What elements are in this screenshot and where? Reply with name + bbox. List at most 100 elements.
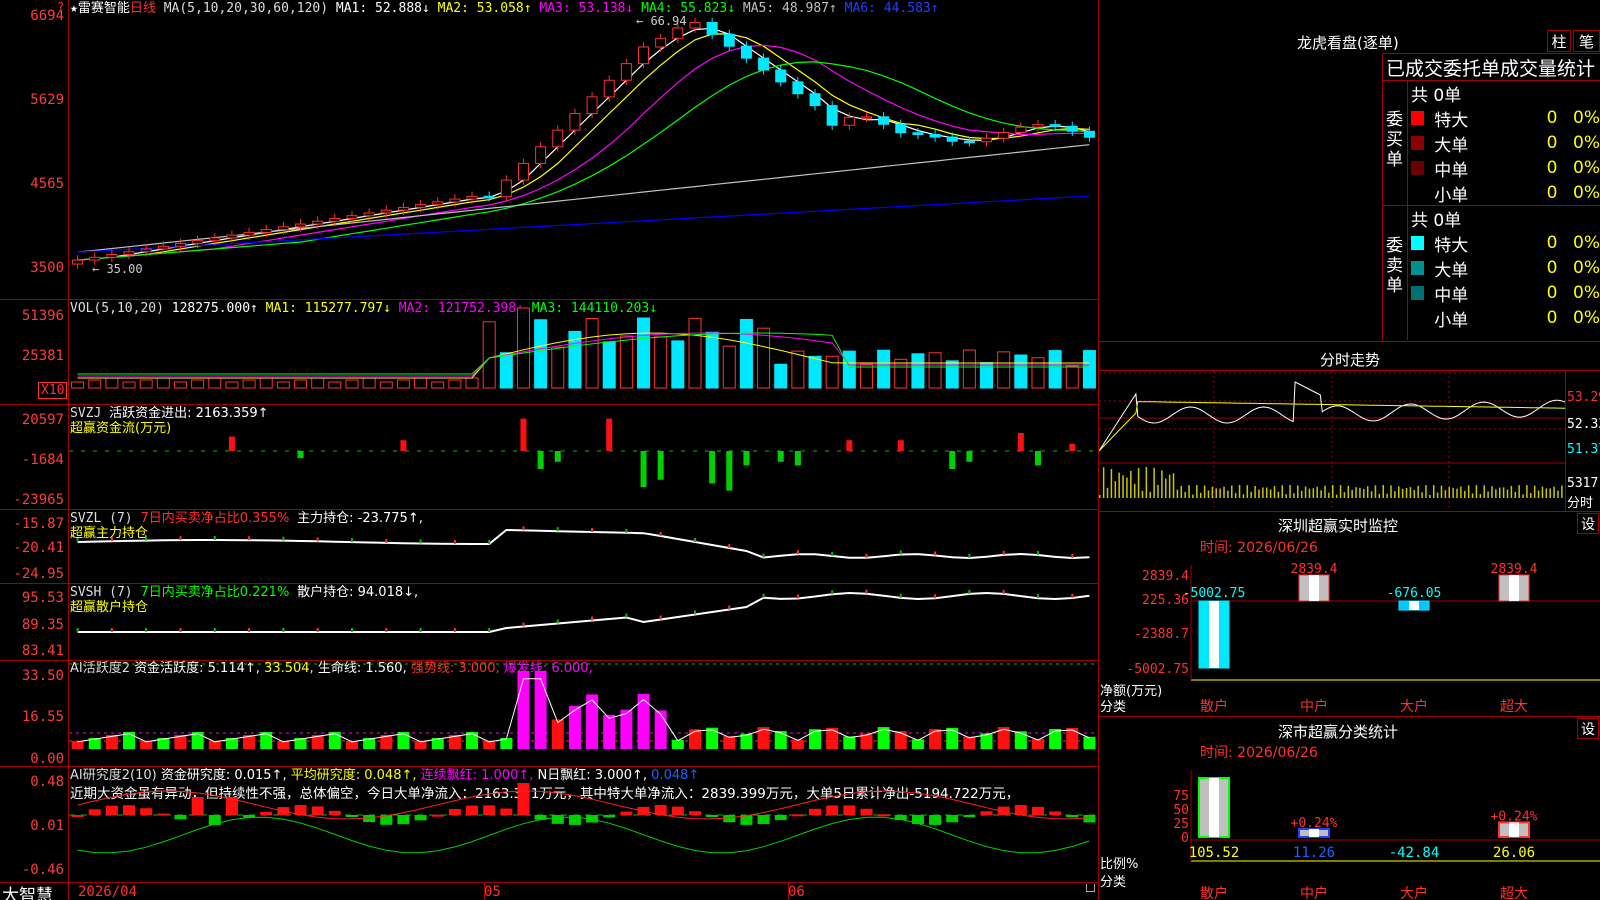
flow-bar: [1069, 443, 1076, 451]
candle-body: [157, 245, 169, 250]
activity-bar: [894, 731, 907, 749]
volume-bar: [774, 363, 788, 389]
intraday-volume-bar: [1293, 493, 1295, 498]
bar-highlight: [1209, 601, 1219, 668]
category-label: 超大: [1500, 886, 1528, 900]
order-count: 0: [1546, 108, 1558, 128]
intraday-volume-bar: [1479, 494, 1482, 498]
ma-line: [77, 27, 1090, 261]
volume-chart[interactable]: [69, 300, 1098, 404]
intraday-volume-bar: [1223, 486, 1225, 498]
bar-value-label: 105.52: [1189, 845, 1240, 861]
candle-body: [998, 131, 1010, 139]
candle-body: [89, 256, 101, 261]
holding-line: [77, 528, 1090, 560]
research-bar: [1014, 805, 1027, 815]
candle-body: [192, 240, 204, 244]
flow-bar: [606, 418, 613, 451]
volume-bar: [619, 335, 633, 389]
y-tick: -20.41: [13, 540, 64, 556]
flow-bar: [726, 451, 733, 491]
intraday-volume-bar: [1133, 483, 1136, 498]
volume-bar: [962, 349, 976, 389]
volume-bar: [328, 381, 342, 389]
intraday-volume-bar: [1246, 485, 1249, 498]
intraday-volume-bar: [1495, 489, 1497, 498]
order-percent: 0%: [1573, 183, 1600, 203]
y-tick-label: 50: [1173, 803, 1189, 818]
order-size-label: 小单: [1434, 185, 1469, 206]
candle-body: [672, 27, 684, 39]
activity-bar: [620, 709, 633, 749]
volume-bar: [516, 307, 530, 389]
holding-tick: [591, 528, 594, 532]
candle-body: [226, 234, 238, 239]
activity-bar: [654, 710, 667, 749]
ai-research-chart[interactable]: [69, 767, 1098, 882]
volume-bar: [534, 319, 548, 389]
intraday-volume-bar: [1188, 485, 1190, 498]
volume-bar: [808, 355, 822, 389]
holding-tick: [282, 536, 285, 541]
research-bar: [431, 814, 444, 817]
classify-settings-button[interactable]: 设: [1577, 718, 1599, 739]
bar-value-label: 2839.4: [1491, 562, 1538, 577]
holding-tick: [385, 628, 388, 632]
candle-body: [792, 81, 804, 95]
svsh-chart[interactable]: [69, 584, 1098, 660]
intraday-volume-bar: [1211, 486, 1214, 498]
intraday-volume-bar: [1456, 488, 1458, 498]
intraday-volume-bar: [1518, 485, 1520, 498]
monitor-bar-chart[interactable]: 2839.4225.36-2388.7-5002.75净额(万元)分类-5002…: [1099, 555, 1600, 715]
intraday-volume-bar: [1262, 487, 1264, 498]
holding-tick: [213, 628, 216, 632]
intraday-volume-bar: [1417, 485, 1419, 498]
order-stat-row: 特大 0 0%: [1411, 231, 1600, 256]
volume-bar: [105, 377, 119, 389]
research-bar: [1083, 815, 1096, 823]
flow-bar: [846, 440, 853, 451]
research-bar: [105, 805, 118, 815]
category-label: 中户: [1300, 885, 1328, 900]
research-bar: [757, 815, 770, 825]
bar-view-button[interactable]: 柱: [1547, 30, 1571, 52]
candle-body: [243, 231, 255, 236]
flow-bar: [966, 451, 973, 462]
volume-unit-badge[interactable]: X10: [38, 382, 68, 399]
classify-bar-chart[interactable]: 7550250 比例% 分类 105.52 散户 +0.24% 11.26 中户 -42.84 大…: [1099, 760, 1600, 900]
y-tick: 3500: [30, 260, 64, 276]
svzl-chart[interactable]: [69, 510, 1098, 583]
candle-body: [209, 237, 221, 242]
holding-tick: [762, 593, 765, 598]
volume-bar: [208, 377, 222, 389]
volume-bar: [379, 381, 393, 389]
activity-bar: [688, 729, 701, 749]
order-stat-row: 大单 0 0%: [1411, 131, 1600, 156]
research-bar: [517, 783, 530, 815]
volume-bar: [396, 379, 410, 389]
lock-icon[interactable]: [1086, 884, 1095, 892]
activity-bar: [809, 729, 822, 749]
sell-orders-label: 委卖单: [1386, 236, 1403, 296]
intraday-volume-bar: [1429, 494, 1431, 498]
y-tick: 0.00: [30, 751, 64, 767]
y-tick: -15.87: [13, 516, 64, 532]
svzj-chart[interactable]: [69, 405, 1098, 509]
category-label: 散户: [1200, 698, 1228, 715]
tick-view-button[interactable]: 笔: [1573, 30, 1600, 52]
candlestick-chart[interactable]: [69, 0, 1098, 299]
research-bar: [414, 815, 427, 821]
high-price-label: ← 66.94: [636, 14, 687, 28]
activity-bar: [963, 736, 976, 749]
intraday-chart[interactable]: [1099, 371, 1565, 511]
intraday-volume-bar: [1285, 494, 1287, 498]
holding-tick: [831, 590, 834, 595]
volume-bar: [173, 381, 187, 389]
intraday-volume-bar: [1149, 491, 1151, 498]
ai-active-chart[interactable]: [69, 661, 1098, 766]
candle-body: [174, 242, 186, 247]
volume-bar: [602, 341, 616, 389]
volume-bar: [294, 379, 308, 389]
monitor-settings-button[interactable]: 设: [1577, 513, 1599, 534]
y-tick: 25381: [21, 348, 64, 364]
